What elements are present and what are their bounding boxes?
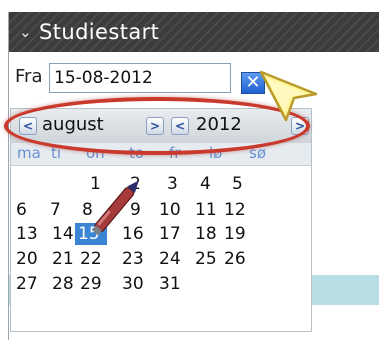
calendar-day[interactable]: 24	[156, 248, 188, 270]
chevron-right-icon: >	[149, 119, 161, 133]
calendar-day[interactable]: 6	[13, 199, 45, 221]
month-label[interactable]: august	[42, 114, 104, 135]
section-title: Studiestart	[39, 20, 160, 44]
calendar-day[interactable]: 13	[13, 223, 45, 245]
row-band	[312, 275, 379, 305]
chevron-down-icon[interactable]: ⌄	[19, 12, 32, 52]
calendar-day[interactable]: 3	[164, 173, 196, 195]
weekday-label: fr	[169, 144, 181, 162]
calendar-day[interactable]: 29	[77, 273, 109, 295]
calendar-day[interactable]: 25	[192, 248, 224, 270]
calendar-day[interactable]: 19	[221, 223, 253, 245]
calendar-day[interactable]: 5	[229, 173, 261, 195]
weekday-label: on	[86, 144, 105, 162]
calendar-day[interactable]: 18	[192, 223, 224, 245]
year-label[interactable]: 2012	[196, 114, 242, 135]
section-header[interactable]: ⌄ Studiestart	[9, 12, 379, 52]
prev-year-button[interactable]: <	[171, 117, 189, 135]
calendar-day[interactable]: 17	[156, 223, 188, 245]
date-picker-calendar: < august > < 2012 > ma ti on to fr lø sø…	[10, 108, 312, 332]
calendar-day[interactable]: 30	[119, 273, 151, 295]
calendar-day[interactable]: 20	[13, 248, 45, 270]
weekday-label: sø	[249, 144, 266, 162]
calendar-day[interactable]: 26	[221, 248, 253, 270]
calendar-day[interactable]: 22	[77, 248, 109, 270]
calendar-day[interactable]: 31	[156, 273, 188, 295]
calendar-day[interactable]: 12	[221, 199, 253, 221]
weekday-label: ti	[51, 144, 62, 162]
from-label: Fra	[15, 66, 43, 87]
weekday-label: lø	[209, 144, 223, 162]
cursor-arrow-icon	[259, 70, 318, 122]
calendar-day[interactable]: 27	[13, 273, 45, 295]
calendar-day[interactable]: 11	[192, 199, 224, 221]
calendar-day[interactable]: 7	[47, 199, 79, 221]
weekday-label: to	[129, 144, 145, 162]
weekday-header: ma ti on to fr lø sø	[11, 143, 311, 166]
prev-month-button[interactable]: <	[19, 117, 37, 135]
weekday-label: ma	[17, 144, 41, 162]
calendar-day[interactable]: 23	[119, 248, 151, 270]
next-month-button[interactable]: >	[146, 117, 164, 135]
chevron-left-icon: <	[22, 119, 34, 133]
from-date-input[interactable]	[49, 63, 231, 93]
calendar-day[interactable]: 4	[197, 173, 229, 195]
pen-icon	[91, 180, 139, 236]
chevron-left-icon: <	[174, 119, 186, 133]
calendar-day[interactable]: 10	[156, 199, 188, 221]
